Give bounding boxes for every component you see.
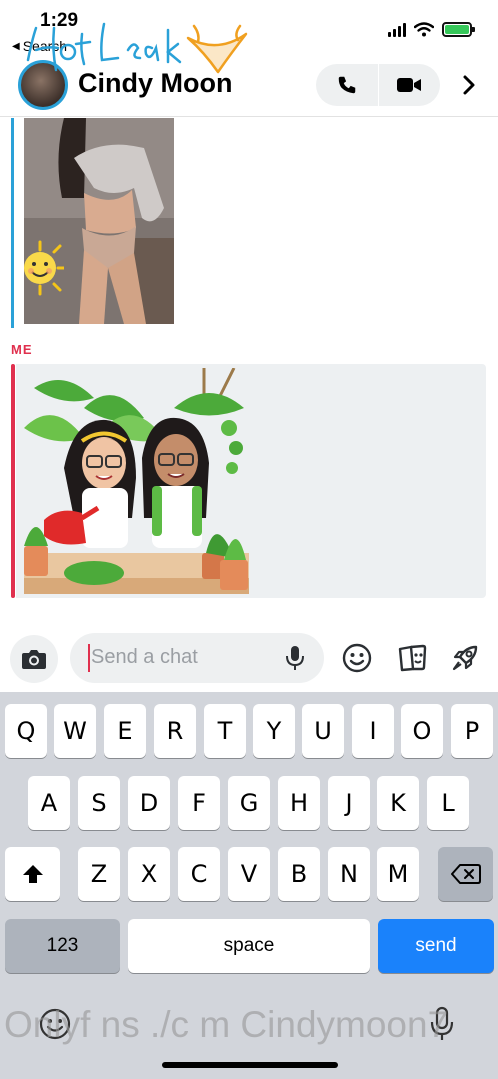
back-triangle-icon: ◀ [12,40,20,52]
games-button[interactable] [448,641,482,675]
back-to-search-link[interactable]: ◀ Search [12,38,67,54]
key-n[interactable]: N [328,847,370,901]
key-l[interactable]: L [427,776,469,830]
smiley-icon [342,643,372,673]
sticker-icon [398,644,427,672]
sticker-button[interactable] [395,641,429,675]
key-t[interactable]: T [204,704,246,758]
key-h[interactable]: H [278,776,320,830]
battery-fill [445,25,469,34]
shift-key[interactable] [5,847,60,901]
key-f[interactable]: F [178,776,220,830]
bitmoji-sticker[interactable] [24,368,249,594]
microphone-icon[interactable] [285,645,305,671]
key-z[interactable]: Z [78,847,120,901]
next-chat-button[interactable] [456,72,482,98]
key-b[interactable]: B [278,847,320,901]
video-call-button[interactable] [379,64,441,106]
key-r[interactable]: R [154,704,196,758]
numbers-key[interactable]: 123 [5,919,120,973]
overlay-watermark-text: Onlyf ns ./c m Cindymoon7 [4,1004,449,1045]
key-v[interactable]: V [228,847,270,901]
received-photo[interactable] [24,118,174,324]
key-s[interactable]: S [78,776,120,830]
sun-sticker-icon [24,240,64,296]
space-key[interactable]: space [128,919,370,973]
backspace-icon [450,864,481,884]
emoji-button[interactable] [340,641,374,675]
status-indicators [388,22,475,37]
key-d[interactable]: D [128,776,170,830]
key-u[interactable]: U [302,704,344,758]
delete-key[interactable] [438,847,493,901]
home-indicator[interactable] [162,1062,338,1068]
key-j[interactable]: J [328,776,370,830]
back-search-label: Search [22,38,68,54]
phone-icon [338,76,355,94]
status-time: 1:29 [40,10,79,31]
key-x[interactable]: X [128,847,170,901]
key-k[interactable]: K [377,776,419,830]
call-controls [316,64,440,106]
key-g[interactable]: G [228,776,270,830]
key-w[interactable]: W [54,704,96,758]
avatar[interactable] [18,60,68,110]
sender-label: ME [11,342,33,357]
camera-icon [22,650,46,669]
header-divider [0,116,498,117]
sent-message-bar [11,364,15,598]
key-y[interactable]: Y [253,704,295,758]
key-c[interactable]: C [178,847,220,901]
wifi-icon [414,22,434,37]
key-e[interactable]: E [104,704,146,758]
received-message-bar [11,118,14,328]
key-o[interactable]: O [401,704,443,758]
key-m[interactable]: M [377,847,419,901]
key-i[interactable]: I [352,704,394,758]
camera-button[interactable] [10,635,58,683]
text-cursor [88,644,90,672]
cellular-signal-icon [388,22,406,37]
key-p[interactable]: P [451,704,493,758]
send-key[interactable]: send [378,919,494,973]
video-camera-icon [397,78,422,92]
contact-name[interactable]: Cindy Moon [78,68,232,99]
key-a[interactable]: A [28,776,70,830]
battery-icon [442,22,475,37]
rocket-icon [452,645,478,671]
chat-placeholder: Send a chat [91,646,198,668]
shift-icon [22,865,43,883]
key-q[interactable]: Q [5,704,47,758]
voice-call-button[interactable] [316,64,378,106]
chevron-right-icon [463,75,475,95]
